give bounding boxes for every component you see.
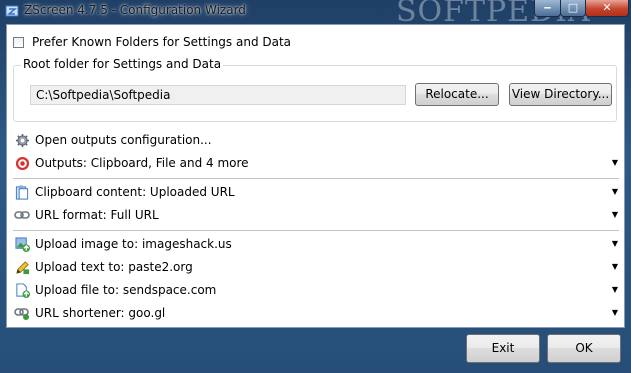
dropdown-arrow-icon: ▼: [611, 308, 618, 317]
pencil-icon: [14, 259, 30, 275]
dropdown-arrow-icon: ▼: [611, 210, 618, 219]
dropdown-arrow-icon: ▼: [611, 158, 618, 167]
known-folders-option[interactable]: Prefer Known Folders for Settings and Da…: [13, 32, 291, 52]
maximize-icon: □: [567, 1, 579, 14]
upload-file-label: Upload file to: sendspace.com: [35, 283, 217, 297]
app-icon: [5, 5, 19, 17]
title-bar[interactable]: ZScreen 4.7.5 - Configuration Wizard SOF…: [0, 0, 631, 29]
relocate-button[interactable]: Relocate...: [415, 83, 499, 106]
upload-text-dropdown[interactable]: Upload text to: paste2.org ▼: [14, 257, 618, 277]
root-folder-group-title: Root folder for Settings and Data: [21, 57, 224, 71]
dropdown-arrow-icon: ▼: [611, 285, 618, 294]
separator: [13, 230, 619, 231]
separator: [13, 178, 619, 179]
exit-button[interactable]: Exit: [466, 334, 540, 363]
outputs-dropdown[interactable]: Outputs: Clipboard, File and 4 more ▼: [14, 153, 618, 173]
known-folders-label: Prefer Known Folders for Settings and Da…: [32, 35, 292, 49]
minimize-button[interactable]: ‒: [534, 0, 561, 17]
window-title: ZScreen 4.7.5 - Configuration Wizard: [24, 3, 246, 17]
url-shortener-dropdown[interactable]: URL shortener: goo.gl ▼: [14, 303, 618, 323]
upload-text-label: Upload text to: paste2.org: [35, 260, 193, 274]
url-format-dropdown[interactable]: URL format: Full URL ▼: [14, 205, 618, 225]
upload-file-dropdown[interactable]: Upload file to: sendspace.com ▼: [14, 280, 618, 300]
window: ZScreen 4.7.5 - Configuration Wizard SOF…: [0, 0, 631, 373]
gear-icon: [14, 132, 30, 148]
link-icon: [14, 207, 30, 223]
clipboard-content-label: Clipboard content: Uploaded URL: [35, 185, 235, 199]
minimize-icon: ‒: [543, 1, 552, 14]
maximize-button[interactable]: □: [560, 0, 586, 17]
outputs-label: Outputs: Clipboard, File and 4 more: [35, 156, 249, 170]
view-directory-button[interactable]: View Directory...: [509, 83, 612, 106]
file-upload-icon: [14, 282, 30, 298]
clipboard-content-dropdown[interactable]: Clipboard content: Uploaded URL ▼: [14, 182, 618, 202]
known-folders-checkbox[interactable]: [13, 36, 24, 48]
open-outputs-config-item[interactable]: Open outputs configuration...: [14, 130, 618, 150]
clipboard-icon: [14, 184, 30, 200]
upload-image-dropdown[interactable]: Upload image to: imageshack.us ▼: [14, 234, 618, 254]
root-folder-group: Root folder for Settings and Data C:\Sof…: [13, 57, 617, 122]
wizard-panel: Prefer Known Folders for Settings and Da…: [6, 24, 625, 328]
open-outputs-config-label: Open outputs configuration...: [35, 133, 212, 147]
chain-link-icon: [14, 305, 30, 321]
dropdown-arrow-icon: ▼: [611, 239, 618, 248]
url-shortener-label: URL shortener: goo.gl: [35, 306, 166, 320]
dropdown-arrow-icon: ▼: [611, 187, 618, 196]
ok-button[interactable]: OK: [547, 334, 621, 363]
target-icon: [14, 155, 30, 171]
close-button[interactable]: ✕: [585, 0, 629, 17]
upload-image-label: Upload image to: imageshack.us: [35, 237, 232, 251]
dropdown-arrow-icon: ▼: [611, 262, 618, 271]
root-folder-path-field[interactable]: C:\Softpedia\Softpedia: [30, 85, 406, 105]
url-format-label: URL format: Full URL: [35, 208, 159, 222]
close-icon: ✕: [602, 1, 612, 14]
image-upload-icon: [14, 236, 30, 252]
